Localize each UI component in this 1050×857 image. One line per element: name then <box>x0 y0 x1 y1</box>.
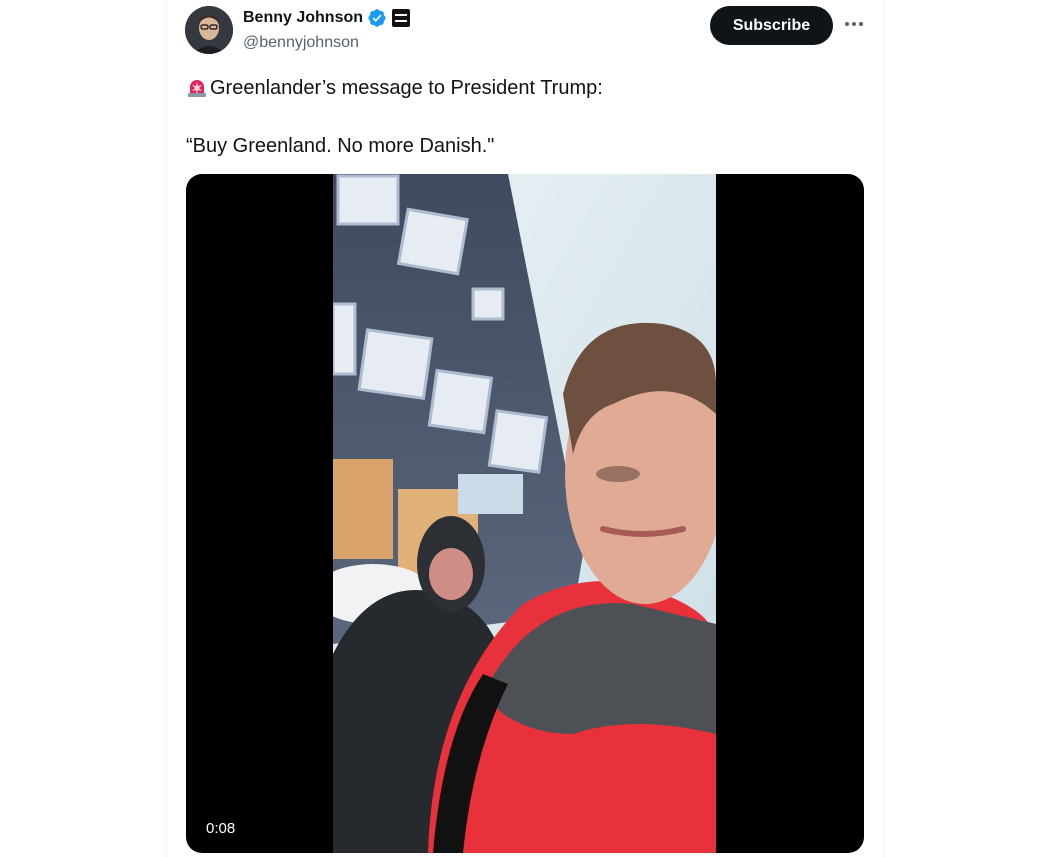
tweet-line-1: Greenlander’s message to President Trump… <box>186 76 866 100</box>
avatar-portrait-icon <box>185 6 233 54</box>
more-horizontal-icon <box>852 22 856 26</box>
more-options-button[interactable] <box>838 8 870 40</box>
affiliate-badge-icon[interactable] <box>392 9 411 27</box>
rotating-light-icon <box>188 80 206 97</box>
video-still-image <box>333 174 716 853</box>
author-handle[interactable]: @bennyjohnson <box>243 34 410 52</box>
video-frame <box>333 174 716 853</box>
tweet-line-1-text: Greenlander’s message to President Trump… <box>210 77 603 99</box>
more-horizontal-icon <box>845 22 849 26</box>
more-horizontal-icon <box>859 22 863 26</box>
video-player[interactable]: 0:08 <box>186 174 864 853</box>
author-block: Benny Johnson @bennyjohnson <box>243 8 411 52</box>
avatar[interactable] <box>185 6 233 54</box>
author-name[interactable]: Benny Johnson <box>243 9 363 27</box>
tweet-line-2: “Buy Greenland. No more Danish." <box>186 135 495 157</box>
verified-badge-icon[interactable] <box>367 8 387 28</box>
video-timestamp: 0:08 <box>200 818 242 839</box>
tweet-text: Greenlander’s message to President Trump… <box>186 76 866 158</box>
subscribe-button[interactable]: Subscribe <box>710 6 833 45</box>
name-row: Benny Johnson <box>243 8 411 28</box>
